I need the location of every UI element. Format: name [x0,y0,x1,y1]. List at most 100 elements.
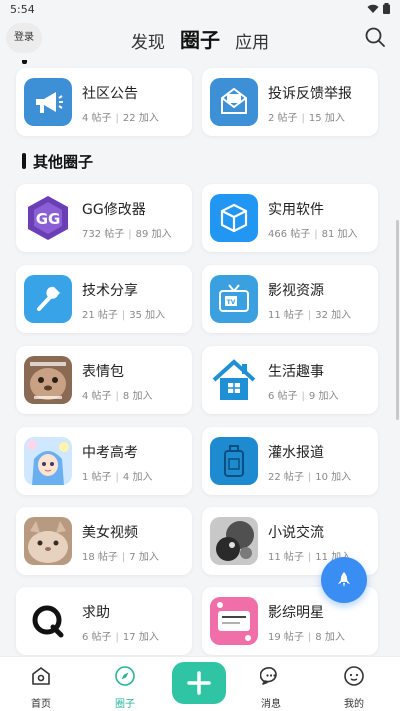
circle-card[interactable]: TV 影视资源 11 帖子 | 32 加入 [202,265,378,333]
svg-text:GG: GG [36,210,61,228]
post-count: 11 帖子 [268,552,304,563]
cat-meme-image [24,356,72,404]
join-count: 17 加入 [122,632,159,643]
box-icon [210,194,258,242]
nav-home-label: 首页 [31,699,51,710]
circle-name: 技术分享 [82,283,138,299]
post-count: 2 帖子 [268,113,298,124]
wrench-icon [24,275,72,323]
circle-card[interactable]: 实用软件 466 帖子 | 81 加入 [202,184,378,252]
circle-name: 表情包 [82,364,124,380]
join-count: 89 加入 [135,229,172,240]
circle-stats: 22 帖子 | 10 加入 [268,472,352,483]
top-tabs: 发现 圈子 应用 [0,24,400,53]
header: 登录 发现 圈子 应用 [0,20,400,60]
circle-card[interactable]: 美女视频 18 帖子 | 7 加入 [16,507,192,575]
join-count: 35 加入 [129,310,166,321]
join-count: 10 加入 [315,472,352,483]
mail-icon [210,78,258,126]
circle-card[interactable]: 社区公告 4 帖子 | 22 加入 [16,68,192,136]
circle-card[interactable]: 投诉反馈举报 2 帖子 | 15 加入 [202,68,378,136]
gg-logo-icon: GG [24,194,72,242]
house-icon [210,356,258,404]
nav-home[interactable]: 首页 [13,665,69,710]
post-count: 466 帖子 [268,229,311,240]
rocket-icon [338,572,350,587]
post-count: 4 帖子 [82,391,112,402]
bottom-nav: 首页 圈子 消息 我的 [0,656,400,711]
section-bar [22,153,26,169]
post-count: 22 帖子 [268,472,304,483]
nav-profile[interactable]: 我的 [326,665,382,710]
battery-icon [383,3,390,14]
tab-discover[interactable]: 发现 [131,28,165,53]
cat-photo-image [24,517,72,565]
status-bar: 5:54 [0,0,400,20]
join-count: 7 加入 [129,552,159,563]
circle-stats: 18 帖子 | 7 加入 [82,552,159,563]
circle-name: 生活趣事 [268,364,324,380]
circle-name: 中考高考 [82,445,138,461]
nav-messages-label: 消息 [261,699,281,710]
tab-apps[interactable]: 应用 [235,28,269,53]
add-post-button[interactable] [172,662,226,704]
nav-circles-label: 圈子 [115,699,135,710]
post-count: 732 帖子 [82,229,125,240]
pink-frame-image [210,597,258,645]
join-count: 81 加入 [321,229,358,240]
join-count: 9 加入 [308,391,339,402]
circle-card[interactable]: GG GG修改器 732 帖子 | 89 加入 [16,184,192,252]
circle-name: 社区公告 [82,86,138,102]
circle-stats: 21 帖子 | 35 加入 [82,310,166,321]
home-icon [32,667,50,685]
nav-messages[interactable]: 消息 [243,665,299,710]
circle-name: 实用软件 [268,202,324,218]
anime-girl-image [24,437,72,485]
join-count: 22 加入 [122,113,159,124]
circle-card[interactable]: 生活趣事 6 帖子 | 9 加入 [202,346,378,414]
plus-icon [187,671,211,695]
q-logo-icon [24,597,72,645]
search-icon[interactable] [364,26,386,48]
circle-card[interactable]: 表情包 4 帖子 | 8 加入 [16,346,192,414]
post-count: 4 帖子 [82,113,112,124]
profile-icon [344,666,364,686]
join-count: 15 加入 [308,113,345,124]
circle-card[interactable]: 灌水报道 22 帖子 | 10 加入 [202,427,378,495]
circle-name: 影视资源 [268,283,324,299]
rocket-fab-button[interactable] [321,557,367,603]
circle-stats: 19 帖子 | 8 加入 [268,632,345,643]
join-count: 8 加入 [315,632,345,643]
bottle-icon [210,437,258,485]
circle-name: 求助 [82,605,110,621]
circle-name: 投诉反馈举报 [268,86,352,102]
circle-name: 影综明星 [268,605,324,621]
circle-card[interactable]: 中考高考 1 帖子 | 4 加入 [16,427,192,495]
post-count: 19 帖子 [268,632,304,643]
circle-stats: 732 帖子 | 89 加入 [82,229,172,240]
circle-name: 灌水报道 [268,445,324,461]
post-count: 6 帖子 [268,391,298,402]
post-count: 18 帖子 [82,552,118,563]
circle-stats: 4 帖子 | 8 加入 [82,391,153,402]
circle-card[interactable]: 技术分享 21 帖子 | 35 加入 [16,265,192,333]
megaphone-icon [24,78,72,126]
join-count: 8 加入 [122,391,153,402]
tab-circles[interactable]: 圈子 [180,24,220,53]
compass-icon [115,666,135,686]
scrollbar[interactable] [396,220,399,420]
nav-circles[interactable]: 圈子 [97,665,153,710]
circle-name: 小说交流 [268,525,324,541]
section-title: 其他圈子 [22,152,93,171]
circle-stats: 466 帖子 | 81 加入 [268,229,358,240]
nav-profile-label: 我的 [344,699,364,710]
circle-name: 美女视频 [82,525,138,541]
svg-text:TV: TV [227,299,236,306]
circle-stats: 2 帖子 | 15 加入 [268,113,345,124]
post-count: 11 帖子 [268,310,304,321]
post-count: 21 帖子 [82,310,118,321]
circle-card[interactable]: 求助 6 帖子 | 17 加入 [16,587,192,655]
join-count: 32 加入 [315,310,352,321]
section-marker [22,60,27,64]
dark-photo-image [210,517,258,565]
